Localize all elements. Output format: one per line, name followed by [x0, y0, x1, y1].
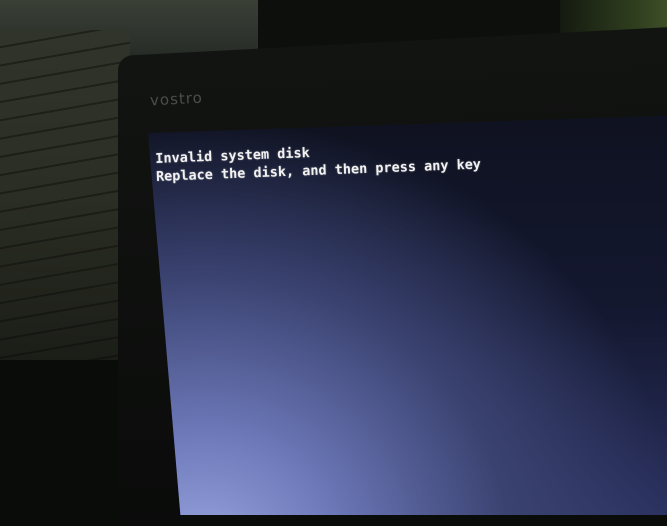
brand-logo: vostro [149, 88, 204, 110]
background-cloth-left [0, 30, 130, 360]
